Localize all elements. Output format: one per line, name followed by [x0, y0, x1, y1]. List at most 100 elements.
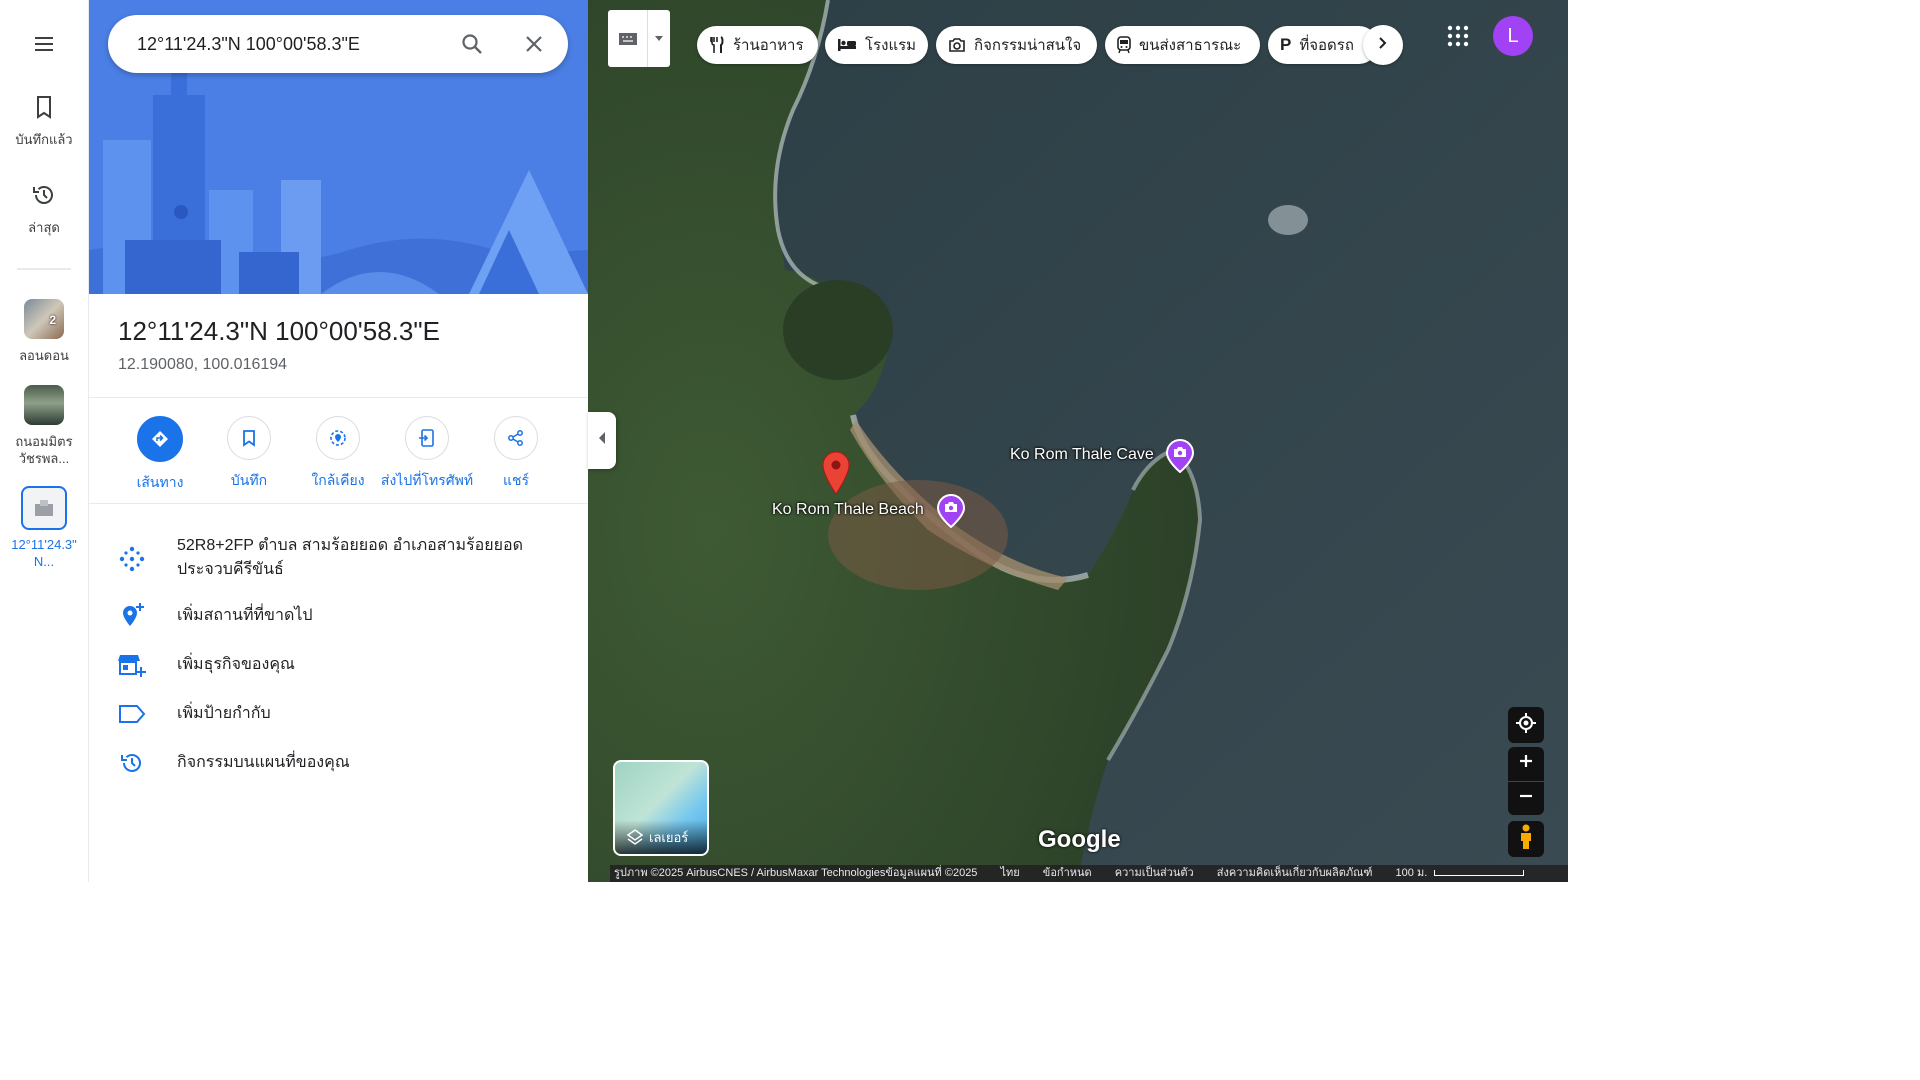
add-business-row[interactable]: เพิ่มธุรกิจของคุณ: [89, 650, 588, 680]
recent-button[interactable]: ล่าสุด: [0, 182, 88, 238]
map-activity-row[interactable]: กิจกรรมบนแผนที่ของคุณ: [89, 748, 588, 778]
my-location-button[interactable]: [1508, 707, 1544, 743]
road-thumbnail: [24, 385, 64, 425]
search-box: [108, 15, 568, 73]
share-icon: [494, 416, 538, 460]
camera-poi-icon: [936, 493, 966, 532]
map-footer: รูปภาพ ©2025 AirbusCNES / AirbusMaxar Te…: [610, 865, 1568, 882]
share-button[interactable]: แชร์: [468, 416, 564, 492]
saved-label: บันทึกแล้ว: [15, 132, 73, 147]
keyboard-shortcuts-button[interactable]: [608, 10, 670, 67]
poi-marker-cave[interactable]: [1165, 438, 1195, 474]
scale-bar: [1434, 870, 1525, 877]
chips-next-button[interactable]: [1363, 25, 1403, 65]
keyboard-icon: [608, 10, 649, 67]
minus-icon: [1519, 789, 1533, 808]
recent-item-label: ลอนดอน: [19, 348, 69, 363]
close-icon[interactable]: [518, 28, 550, 60]
plus-icon: [1519, 754, 1533, 773]
directions-button[interactable]: เส้นทาง: [112, 416, 208, 494]
search-input[interactable]: [137, 15, 447, 73]
parking-icon: P: [1280, 35, 1292, 54]
imagery-attribution: รูปภาพ ©2025 AirbusCNES / AirbusMaxar Te…: [614, 867, 978, 879]
recent-item-label: ถนอมมิตร วัชรพล...: [15, 434, 73, 466]
search-icon[interactable]: [456, 28, 488, 60]
chevron-left-icon: [597, 431, 607, 450]
add-location-icon: [117, 601, 147, 631]
chip-label: ขนส่งสาธารณะ: [1139, 37, 1242, 54]
map-canvas[interactable]: ร้านอาหาร โรงแรม กิจกรรมน่าสนใจ ขนส่งสาธ…: [588, 0, 1568, 882]
nearby-icon: [316, 416, 360, 460]
chip-label: โรงแรม: [865, 37, 917, 54]
layers-icon: [627, 829, 643, 845]
layers-label: เลเยอร์: [649, 829, 689, 845]
camera-poi-icon: [1165, 438, 1195, 477]
place-decimal-coords: 12.190080, 100.016194: [118, 356, 288, 373]
recent-label: ล่าสุด: [28, 220, 60, 235]
chip-restaurants[interactable]: ร้านอาหาร: [697, 26, 818, 64]
count-badge: 2: [49, 313, 56, 327]
satellite-imagery: [588, 0, 1568, 882]
chip-hotels[interactable]: โรงแรม: [825, 26, 928, 64]
menu-icon[interactable]: [28, 28, 60, 60]
plus-code-text: 52R8+2FP ตำบล สามร้อยยอด อำเภอสามร้อยยอด…: [177, 537, 524, 578]
pegman-button[interactable]: [1508, 821, 1544, 857]
recent-item-coords[interactable]: 12°11'24.3" N...: [0, 486, 88, 570]
recent-item-london[interactable]: 2 ลอนดอน: [0, 299, 88, 364]
coords-thumbnail: [21, 486, 67, 530]
zoom-out-button[interactable]: [1508, 782, 1544, 816]
recent-item-road[interactable]: ถนอมมิตร วัชรพล...: [0, 385, 88, 467]
camera-icon: [948, 37, 966, 53]
privacy-link[interactable]: ความเป็นส่วนตัว: [1115, 867, 1194, 879]
saved-button[interactable]: บันทึกแล้ว: [0, 94, 88, 150]
plus-code-row[interactable]: 52R8+2FP ตำบล สามร้อยยอด อำเภอสามร้อยยอด…: [89, 534, 588, 586]
feedback-link[interactable]: ส่งความคิดเห็นเกี่ยวกับผลิตภัณฑ์: [1217, 867, 1373, 879]
language-link[interactable]: ไทย: [1001, 867, 1020, 879]
scale-label[interactable]: 100 ม.: [1396, 867, 1428, 879]
transit-icon: [1117, 36, 1131, 54]
chip-label: ที่จอดรถ: [1299, 37, 1354, 54]
poi-label-beach[interactable]: Ko Rom Thale Beach: [772, 501, 924, 519]
bookmark-icon: [227, 416, 271, 460]
layers-button[interactable]: เลเยอร์: [613, 760, 709, 856]
chip-label: กิจกรรมน่าสนใจ: [974, 37, 1082, 54]
left-rail: บันทึกแล้ว ล่าสุด 2 ลอนดอน ถนอมมิตร วัชร…: [0, 0, 89, 882]
save-label: บันทึก: [230, 472, 268, 488]
chip-transit[interactable]: ขนส่งสาธารณะ: [1105, 26, 1260, 64]
poi-marker-beach[interactable]: [936, 493, 966, 529]
directions-label: เส้นทาง: [136, 474, 184, 490]
add-place-text: เพิ่มสถานที่ที่ขาดไป: [177, 607, 313, 624]
terms-link[interactable]: ข้อกำหนด: [1043, 867, 1092, 879]
divider: [89, 397, 588, 398]
save-button[interactable]: บันทึก: [201, 416, 297, 492]
my-location-icon: [1515, 712, 1537, 739]
history-icon: [117, 748, 147, 778]
account-avatar[interactable]: L: [1493, 16, 1533, 56]
collapse-panel-button[interactable]: [588, 412, 616, 469]
location-pin-icon[interactable]: [820, 450, 852, 496]
google-apps-icon[interactable]: [1446, 24, 1470, 48]
send-to-phone-button[interactable]: ส่งไปที่โทรศัพท์: [379, 416, 475, 492]
nearby-button[interactable]: ใกล้เคียง: [290, 416, 386, 492]
restaurant-icon: [709, 36, 725, 54]
chip-parking[interactable]: P ที่จอดรถ: [1268, 26, 1378, 64]
add-place-row[interactable]: เพิ่มสถานที่ที่ขาดไป: [89, 601, 588, 631]
zoom-in-button[interactable]: [1508, 747, 1544, 782]
label-icon: [117, 699, 147, 729]
poi-label-cave[interactable]: Ko Rom Thale Cave: [1010, 446, 1154, 464]
chip-things-to-do[interactable]: กิจกรรมน่าสนใจ: [936, 26, 1097, 64]
history-icon: [31, 186, 57, 212]
plus-code-icon: [117, 544, 147, 574]
add-label-text: เพิ่มป้ายกำกับ: [177, 705, 271, 722]
send-to-phone-label: ส่งไปที่โทรศัพท์: [380, 472, 474, 488]
add-business-icon: [117, 650, 147, 680]
send-to-phone-icon: [405, 416, 449, 460]
chip-label: ร้านอาหาร: [733, 37, 804, 54]
google-logo: Google: [1038, 826, 1121, 853]
add-label-row[interactable]: เพิ่มป้ายกำกับ: [89, 699, 588, 729]
nearby-label: ใกล้เคียง: [311, 472, 365, 488]
bookmark-icon: [32, 96, 56, 124]
map-activity-text: กิจกรรมบนแผนที่ของคุณ: [177, 754, 350, 771]
divider: [89, 503, 588, 504]
layers-bar: เลเยอร์: [615, 820, 707, 854]
